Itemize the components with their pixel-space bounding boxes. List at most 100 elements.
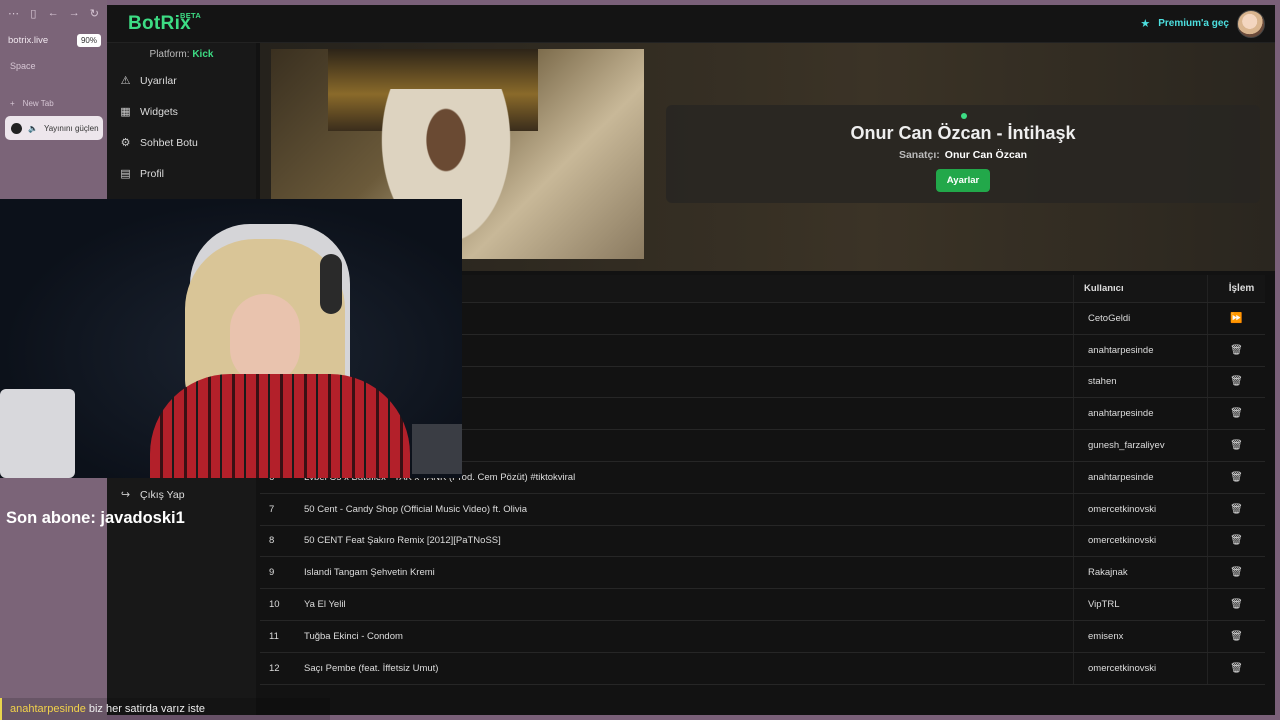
row-number: 9 <box>269 567 275 579</box>
space-label: Space <box>10 61 36 71</box>
reload-icon[interactable]: ↻ <box>90 7 99 20</box>
row-user: Rakajnak <box>1073 557 1207 589</box>
last-subscriber-text: Son abone: javadoski1 <box>6 509 185 527</box>
trash-icon[interactable]: 🗑 <box>1230 599 1243 610</box>
plus-icon: + <box>10 99 15 108</box>
top-bar: BotRix BETA ★ Premium'a geç <box>107 5 1275 43</box>
trash-icon[interactable]: 🗑 <box>1230 440 1243 451</box>
song-card: Onur Can Özcan - İntihaşk Sanatçı: Onur C… <box>666 105 1260 203</box>
avatar[interactable] <box>1237 9 1265 38</box>
sidebar-item-chatbot[interactable]: ⚙ Sohbet Botu <box>107 127 256 158</box>
row-user: gunesh_farzaliyev <box>1073 430 1207 461</box>
warning-icon: ⚠ <box>120 75 131 87</box>
more-icon[interactable]: ⋯ <box>8 7 19 20</box>
trash-icon[interactable]: 🗑 <box>1230 631 1243 642</box>
column-user: Kullanıcı <box>1073 275 1207 302</box>
sidebar-item-alerts[interactable]: ⚠ Uyarılar <box>107 65 256 96</box>
new-tab-button[interactable]: + New Tab <box>10 99 107 108</box>
row-user: VipTRL <box>1073 589 1207 620</box>
row-user: stahen <box>1073 366 1207 398</box>
address-bar[interactable]: botrix.live 90% <box>8 31 101 49</box>
row-user: anahtarpesinde <box>1073 334 1207 366</box>
row-user: anahtarpesinde <box>1073 461 1207 493</box>
sidebar-item-logout[interactable]: ↪ Çıkış Yap <box>107 479 256 510</box>
sidebar-item-label: Profil <box>140 167 164 180</box>
sidebar-item-label: Sohbet Botu <box>140 136 198 149</box>
skip-icon[interactable]: ⏩ <box>1230 313 1242 324</box>
sidebar-item-label: Çıkış Yap <box>140 488 185 501</box>
table-row: 8 50 CENT Feat Şakıro Remix [2012][PaTNoS… <box>260 525 1265 558</box>
table-row: 12 Saçı Pembe (feat. İffetsiz Umut) omerce… <box>260 652 1265 685</box>
trash-icon[interactable]: 🗑 <box>1230 408 1243 419</box>
premium-link[interactable]: Premium'a geç <box>1158 18 1229 29</box>
song-artist: Sanatçı: Onur Can Özcan <box>666 149 1260 161</box>
row-number: 7 <box>269 503 275 515</box>
row-title: Saçı Pembe (feat. İffetsiz Umut) <box>304 662 439 674</box>
trash-icon[interactable]: 🗑 <box>1230 535 1243 546</box>
trash-icon[interactable]: 🗑 <box>1230 376 1243 387</box>
browser-controls: ⋯ ▯ ← → ↻ <box>0 0 107 26</box>
live-indicator <box>961 113 967 119</box>
row-title: Islandi Tangam Şehvetin Kremi <box>304 567 435 579</box>
zoom-badge[interactable]: 90% <box>76 33 101 47</box>
trash-icon[interactable]: 🗑 <box>1230 504 1243 515</box>
row-title: Tuğba Ekinci - Condom <box>304 630 403 642</box>
sidebar-item-label: Uyarılar <box>140 74 177 87</box>
webcam-overlay <box>0 199 462 478</box>
row-number: 12 <box>269 662 280 674</box>
back-icon[interactable]: ← <box>48 7 59 19</box>
cam-person-shirt <box>150 374 410 478</box>
table-row: 11 Tuğba Ekinci - Condom emisenx 🗑 <box>260 620 1265 653</box>
speaker-icon[interactable]: 🔈 <box>28 124 38 133</box>
platform-value: Kick <box>192 49 214 60</box>
tab-title: Yayınını güçlen <box>43 123 99 133</box>
logo[interactable]: BotRix BETA <box>128 11 201 35</box>
new-tab-label: New Tab <box>22 99 54 108</box>
row-user: omercetkinovski <box>1073 493 1207 525</box>
artist-label: Sanatçı: <box>898 149 940 161</box>
trash-icon[interactable]: 🗑 <box>1230 472 1243 483</box>
cam-keyboard <box>412 424 462 474</box>
beta-badge: BETA <box>180 10 202 20</box>
forward-icon[interactable]: → <box>69 7 80 19</box>
profile-icon: ▤ <box>120 168 131 180</box>
browser-tab[interactable]: 🔈 Yayınını güçlen <box>5 116 103 140</box>
cam-headset <box>320 254 342 314</box>
table-row: 7 50 Cent - Candy Shop (Official Music Vi… <box>260 493 1265 526</box>
chat-username: anahtarpesinde <box>10 703 86 715</box>
row-number: 10 <box>269 599 280 611</box>
robot-icon: ⚙ <box>120 137 131 149</box>
chat-message: anahtarpesinde biz her satirda varız ist… <box>0 698 330 720</box>
sidebar-toggle-icon[interactable]: ▯ <box>29 7 38 20</box>
premium-area: ★ Premium'a geç <box>1140 9 1265 38</box>
settings-button[interactable]: Ayarlar <box>935 169 991 192</box>
row-user: omercetkinovski <box>1073 525 1207 557</box>
artist-name: Onur Can Özcan <box>944 149 1028 161</box>
song-title: Onur Can Özcan - İntihaşk <box>850 123 1076 143</box>
star-icon: ★ <box>1140 18 1151 30</box>
trash-icon[interactable]: 🗑 <box>1230 567 1243 578</box>
logout-icon: ↪ <box>120 489 131 501</box>
trash-icon[interactable]: 🗑 <box>1230 663 1243 674</box>
table-row: 9 Islandi Tangam Şehvetin Kremi Rakajnak 🗑 <box>260 557 1265 590</box>
row-title: 50 CENT Feat Şakıro Remix [2012][PaTNoSS… <box>304 535 501 547</box>
platform-label-text: Platform: <box>149 49 190 60</box>
grid-icon: ▦ <box>120 106 131 118</box>
row-user: CetoGeldi <box>1073 303 1207 334</box>
sidebar-item-label: Widgets <box>140 105 178 118</box>
row-user: omercetkinovski <box>1073 652 1207 684</box>
row-number: 11 <box>269 630 279 642</box>
row-number: 8 <box>269 535 275 547</box>
row-title: Ya El Yelil <box>304 599 346 611</box>
cam-person-face <box>230 294 300 384</box>
column-action: İşlem <box>1207 275 1265 302</box>
sidebar-item-widgets[interactable]: ▦ Widgets <box>107 96 256 127</box>
table-row: 10 Ya El Yelil VipTRL 🗑 <box>260 589 1265 621</box>
chat-text: biz her satirda varız iste <box>88 703 205 715</box>
favicon-icon <box>11 122 22 134</box>
sidebar-item-profile[interactable]: ▤ Profil <box>107 158 256 189</box>
row-title: 50 Cent - Candy Shop (Official Music Vid… <box>304 503 527 515</box>
url-text: botrix.live <box>8 34 49 46</box>
trash-icon[interactable]: 🗑 <box>1230 345 1243 356</box>
row-user: anahtarpesinde <box>1073 398 1207 430</box>
